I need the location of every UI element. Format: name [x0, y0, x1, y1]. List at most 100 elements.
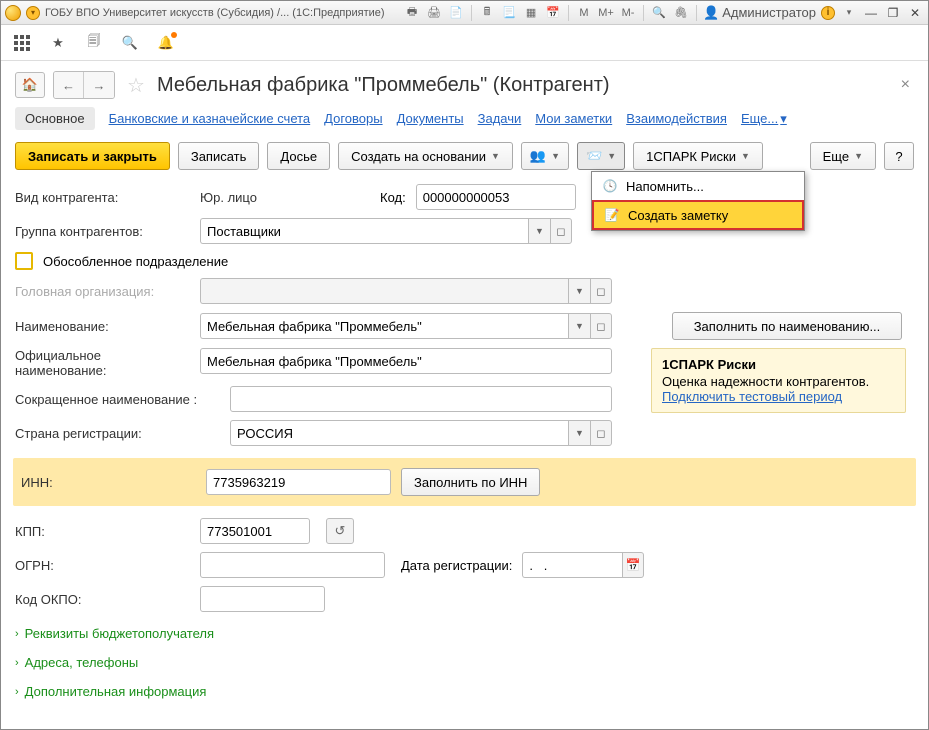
country-label: Страна регистрации: [15, 426, 220, 441]
group-dropdown-button[interactable]: ▼ [528, 218, 550, 244]
tab-more[interactable]: Еще...▾ [741, 111, 787, 127]
tab-contracts[interactable]: Договоры [324, 111, 382, 126]
head-dropdown-button[interactable]: ▼ [568, 278, 590, 304]
apps-icon[interactable] [13, 34, 31, 52]
tab-docs[interactable]: Документы [397, 111, 464, 126]
name-open-button[interactable]: ◻ [590, 313, 612, 339]
group-input[interactable] [200, 218, 528, 244]
close-button[interactable]: ✕ [906, 4, 924, 22]
clock-icon: 🕓 [602, 178, 618, 194]
row-country: Страна регистрации: ▼ ◻ [15, 420, 914, 446]
favorite-icon[interactable]: ☆ [127, 73, 145, 98]
user-label[interactable]: 👤Администратор [703, 5, 816, 21]
info-icon[interactable]: i [820, 5, 836, 21]
tab-main[interactable]: Основное [15, 107, 95, 130]
fill-by-name-button[interactable]: Заполнить по наименованию... [672, 312, 902, 340]
m-minus-icon[interactable]: M- [619, 4, 637, 22]
table-icon[interactable]: ▦ [522, 4, 540, 22]
official-input[interactable] [200, 348, 612, 374]
row-name: Наименование: ▼ ◻ Заполнить по наименова… [15, 312, 914, 340]
country-dropdown-button[interactable]: ▼ [568, 420, 590, 446]
help-button[interactable]: ? [884, 142, 914, 170]
okpo-label: Код ОКПО: [15, 592, 190, 607]
short-input[interactable] [230, 386, 612, 412]
calendar-icon[interactable]: 📅 [544, 4, 562, 22]
printer-icon[interactable]: 🖨 [425, 4, 443, 22]
regdate-input[interactable] [522, 552, 622, 578]
calc-icon[interactable]: 🖩 [478, 4, 496, 22]
restore-button[interactable]: ❐ [884, 4, 902, 22]
people-button[interactable]: 👥▼ [521, 142, 569, 170]
dropdown-icon[interactable]: ▾ [25, 5, 41, 21]
bell-icon[interactable]: 🔔 [157, 34, 175, 52]
separate-label: Обособленное подразделение [43, 254, 228, 269]
row-inn: ИНН: Заполнить по ИНН [13, 458, 916, 506]
group-open-button[interactable]: ◻ [550, 218, 572, 244]
spark-button[interactable]: 1СПАРК Риски▼ [633, 142, 763, 170]
code-input[interactable] [416, 184, 576, 210]
note-icon: 📝 [604, 207, 620, 223]
type-value: Юр. лицо [200, 190, 370, 205]
people-icon: 👥 [530, 148, 546, 164]
page-icon[interactable]: 📃 [500, 4, 518, 22]
title-bar: ▾ ГОБУ ВПО Университет искусств (Субсиди… [1, 1, 928, 25]
tab-interactions[interactable]: Взаимодействия [626, 111, 727, 126]
sidebox-title: 1СПАРК Риски [662, 357, 895, 372]
clipboard-icon[interactable]: 🗐 [85, 34, 103, 52]
expander-info[interactable]: ›Дополнительная информация [15, 684, 914, 699]
okpo-input[interactable] [200, 586, 325, 612]
sidebox-link[interactable]: Подключить тестовый период [662, 389, 842, 404]
short-label: Сокращенное наименование : [15, 392, 220, 407]
ogrn-input[interactable] [200, 552, 385, 578]
search-icon[interactable]: 🔍 [121, 34, 139, 52]
save-close-button[interactable]: Записать и закрыть [15, 142, 170, 170]
zoom-icon[interactable]: 🔍 [650, 4, 668, 22]
m-plus-icon[interactable]: M+ [597, 4, 615, 22]
separator [643, 5, 644, 21]
minimize-button[interactable]: — [862, 4, 880, 22]
kpp-input[interactable] [200, 518, 310, 544]
mail-button[interactable]: 📨▼ [577, 142, 625, 170]
group-label: Группа контрагентов: [15, 224, 190, 239]
home-button[interactable]: 🏠 [15, 72, 45, 98]
link-icon[interactable]: 🖇 [672, 4, 690, 22]
row-head-org: Головная организация: ▼ ◻ [15, 278, 914, 304]
kpp-history-button[interactable]: ↺ [326, 518, 354, 544]
doc-icon[interactable]: 📄 [447, 4, 465, 22]
chevron-right-icon: › [15, 686, 19, 698]
create-based-button[interactable]: Создать на основании▼ [338, 142, 513, 170]
back-button[interactable]: ← [54, 72, 84, 98]
head-select: ▼ ◻ [200, 278, 612, 304]
row-separate: Обособленное подразделение [15, 252, 914, 270]
forward-button[interactable]: → [84, 72, 114, 98]
more-button[interactable]: Еще▼ [810, 142, 876, 170]
m-icon[interactable]: M [575, 4, 593, 22]
remind-item[interactable]: 🕓 Напомнить... [592, 172, 804, 200]
close-page-button[interactable]: × [897, 72, 914, 98]
separate-checkbox[interactable] [15, 252, 33, 270]
print-icon[interactable]: 🖶 [403, 4, 421, 22]
save-button[interactable]: Записать [178, 142, 260, 170]
fill-by-inn-button[interactable]: Заполнить по ИНН [401, 468, 540, 496]
tab-tasks[interactable]: Задачи [478, 111, 522, 126]
info-caret[interactable]: ▾ [840, 4, 858, 22]
star-icon[interactable]: ★ [49, 34, 67, 52]
type-label: Вид контрагента: [15, 190, 190, 205]
tab-bank[interactable]: Банковские и казначейские счета [109, 111, 311, 126]
regdate-wrap: 📅 [522, 552, 644, 578]
regdate-cal-button[interactable]: 📅 [622, 552, 644, 578]
inn-input[interactable] [206, 469, 391, 495]
tab-notes[interactable]: Мои заметки [535, 111, 612, 126]
country-open-button[interactable]: ◻ [590, 420, 612, 446]
dossier-button[interactable]: Досье [267, 142, 330, 170]
official-label: Официальное наименование: [15, 348, 190, 378]
expander-budget[interactable]: ›Реквизиты бюджетополучателя [15, 626, 914, 641]
head-open-button[interactable]: ◻ [590, 278, 612, 304]
chevron-right-icon: › [15, 628, 19, 640]
name-dropdown-button[interactable]: ▼ [568, 313, 590, 339]
country-input[interactable] [230, 420, 568, 446]
name-input[interactable] [200, 313, 568, 339]
expander-address[interactable]: ›Адреса, телефоны [15, 655, 914, 670]
name-select: ▼ ◻ [200, 313, 612, 339]
create-note-item[interactable]: 📝 Создать заметку [592, 200, 804, 230]
